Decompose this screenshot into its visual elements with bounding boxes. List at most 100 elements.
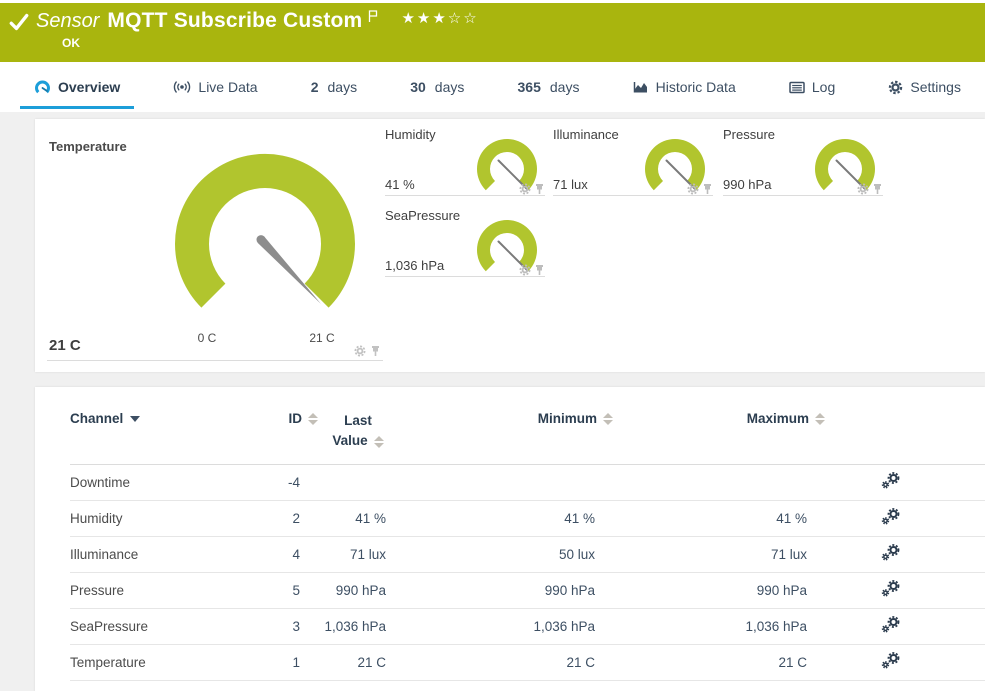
tab-live-data[interactable]: Live Data [159, 62, 271, 112]
log-list-icon [789, 81, 805, 94]
channel-last-value [318, 464, 398, 500]
gauge-scale-max: 21 C [302, 331, 342, 345]
channel-maximum: 990 hPa [613, 572, 825, 608]
tab-number: 30 [410, 79, 426, 95]
channel-maximum: 71 lux [613, 536, 825, 572]
area-chart-icon [633, 80, 649, 94]
tab-number: 365 [518, 79, 541, 95]
gauge-value: 1,036 hPa [385, 258, 444, 273]
tab-bar: Overview Live Data 2 days 30 days 365 da… [0, 62, 985, 112]
channel-name: Downtime [70, 464, 270, 500]
double-gear-icon [881, 508, 900, 525]
tab-label: days [328, 79, 358, 95]
channel-name: Humidity [70, 500, 270, 536]
gauge-block-pressure: Pressure 990 hPa [723, 127, 883, 196]
gauge-title: Temperature [49, 139, 127, 154]
status-ok-check-icon [8, 13, 30, 31]
sort-desc-icon [130, 416, 140, 422]
channel-gear-icon[interactable] [687, 183, 699, 195]
column-header-maximum[interactable]: Maximum [613, 405, 825, 464]
channel-last-value: 21 C [318, 644, 398, 680]
pin-icon[interactable] [534, 264, 545, 276]
channel-settings-button[interactable] [825, 536, 985, 572]
channel-settings-button[interactable] [825, 572, 985, 608]
channel-id: -4 [270, 464, 318, 500]
double-gear-icon [881, 472, 900, 489]
content-area: Temperature 0 C 21 C 21 C [0, 112, 985, 691]
stars-empty: ☆☆ [448, 10, 479, 27]
channels-panel: Channel ID Last Value Minimum Maximum [35, 387, 985, 691]
channel-settings-button[interactable] [825, 608, 985, 644]
double-gear-icon [881, 544, 900, 561]
tab-label: Log [812, 79, 835, 95]
pin-icon[interactable] [534, 183, 545, 195]
channel-settings-button[interactable] [825, 644, 985, 680]
gauge-needle [258, 237, 321, 304]
channel-minimum: 990 hPa [398, 572, 613, 608]
channel-maximum: 21 C [613, 644, 825, 680]
sensor-header: Sensor MQTT Subscribe Custom ★★★☆☆ OK [0, 3, 985, 62]
tab-label: days [550, 79, 580, 95]
tab-overview[interactable]: Overview [20, 62, 134, 112]
tab-settings[interactable]: Settings [874, 62, 975, 112]
temperature-gauge-chart [170, 149, 360, 339]
channel-maximum [613, 464, 825, 500]
channel-name: Pressure [70, 572, 270, 608]
priority-stars[interactable]: ★★★☆☆ [401, 9, 478, 27]
channel-minimum: 1,036 hPa [398, 608, 613, 644]
tab-log[interactable]: Log [775, 62, 849, 112]
column-header-actions [825, 405, 985, 464]
channel-settings-button[interactable] [825, 464, 985, 500]
sort-icon [815, 413, 825, 425]
tab-365-days[interactable]: 365 days [504, 62, 594, 112]
column-label: Maximum [747, 411, 809, 426]
channel-name: Illuminance [70, 536, 270, 572]
table-row: Humidity 2 41 % 41 % 41 % [70, 500, 985, 536]
channel-id: 3 [270, 608, 318, 644]
tab-historic-data[interactable]: Historic Data [619, 62, 750, 112]
tab-label: Overview [58, 79, 120, 95]
channel-gear-icon[interactable] [519, 183, 531, 195]
tab-2-days[interactable]: 2 days [297, 62, 371, 112]
channel-last-value: 71 lux [318, 536, 398, 572]
column-header-id[interactable]: ID [270, 405, 318, 464]
table-row: Pressure 5 990 hPa 990 hPa 990 hPa [70, 572, 985, 608]
channel-minimum: 21 C [398, 644, 613, 680]
gauge-block-seapressure: SeaPressure 1,036 hPa [385, 208, 545, 277]
gauge-value: 990 hPa [723, 177, 771, 192]
priority-flag-icon[interactable] [367, 10, 379, 23]
channel-maximum: 41 % [613, 500, 825, 536]
sort-icon [308, 413, 318, 425]
gauge-value: 41 % [385, 177, 415, 192]
table-row: Downtime -4 [70, 464, 985, 500]
channel-minimum [398, 464, 613, 500]
tab-label: days [435, 79, 465, 95]
column-header-channel[interactable]: Channel [70, 405, 270, 464]
gauge-block-humidity: Humidity 41 % [385, 127, 545, 196]
gauge-icon [34, 80, 51, 95]
pin-icon[interactable] [370, 345, 381, 357]
sensor-title: MQTT Subscribe Custom [107, 9, 362, 33]
gauge-block-temperature: Temperature 0 C 21 C 21 C [47, 131, 383, 361]
gear-icon [888, 80, 903, 95]
channel-gear-icon[interactable] [857, 183, 869, 195]
column-header-minimum[interactable]: Minimum [398, 405, 613, 464]
object-kind-label: Sensor [36, 10, 99, 33]
tab-label: Settings [910, 79, 961, 95]
channel-gear-icon[interactable] [519, 264, 531, 276]
pin-icon[interactable] [872, 183, 883, 195]
gauges-panel: Temperature 0 C 21 C 21 C [35, 119, 985, 372]
pin-icon[interactable] [702, 183, 713, 195]
channel-last-value: 990 hPa [318, 572, 398, 608]
column-header-last-value[interactable]: Last Value [318, 405, 398, 464]
gauge-value: 71 lux [553, 177, 588, 192]
channels-table: Channel ID Last Value Minimum Maximum [70, 405, 985, 681]
tab-30-days[interactable]: 30 days [396, 62, 478, 112]
channel-minimum: 50 lux [398, 536, 613, 572]
channel-settings-button[interactable] [825, 500, 985, 536]
gauge-title: SeaPressure [385, 208, 460, 223]
channel-gear-icon[interactable] [354, 345, 366, 357]
double-gear-icon [881, 580, 900, 597]
tab-label: Live Data [198, 79, 257, 95]
gauge-scale-min: 0 C [187, 331, 227, 345]
